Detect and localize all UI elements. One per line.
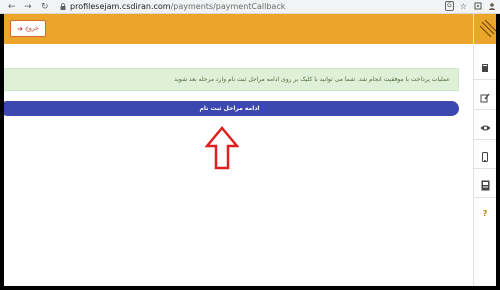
star-icon[interactable]: ☆	[459, 1, 468, 11]
url-path: /payments/paymentCallback	[170, 2, 286, 11]
browser-toolbar: ← → ↻ profilesejam.csdiran.com/payments/…	[0, 0, 500, 14]
translate-icon[interactable]: G	[445, 1, 454, 11]
forward-button[interactable]: →	[24, 1, 32, 13]
back-button[interactable]: ←	[8, 1, 16, 13]
extension-icon[interactable]	[473, 1, 482, 11]
reload-button[interactable]: ↻	[41, 1, 49, 13]
lock-icon	[60, 3, 66, 10]
address-bar[interactable]: profilesejam.csdiran.com/payments/paymen…	[70, 2, 285, 12]
url-host: profilesejam.csdiran.com	[70, 2, 171, 11]
window-frame	[0, 14, 500, 290]
profile-icon[interactable]	[487, 1, 496, 11]
